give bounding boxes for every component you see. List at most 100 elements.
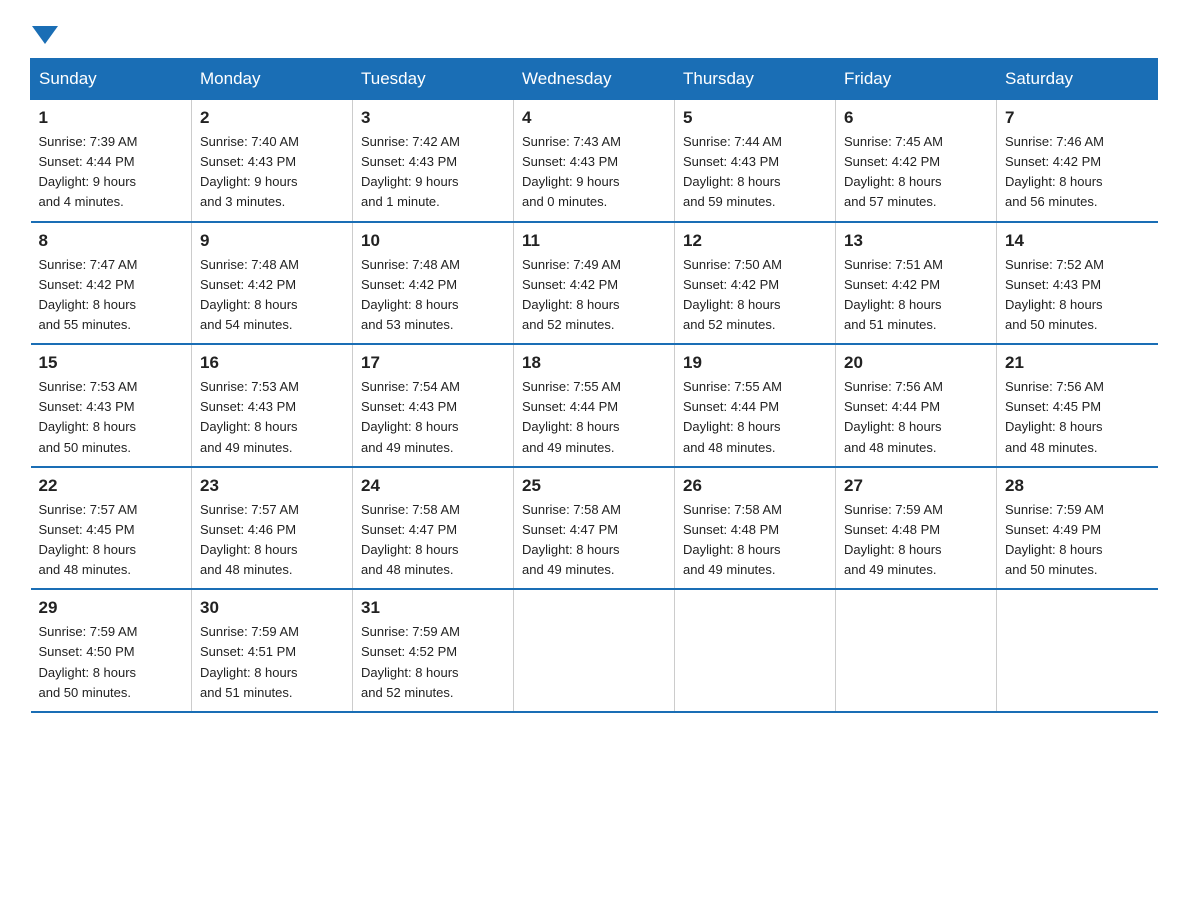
day-info: Sunrise: 7:47 AMSunset: 4:42 PMDaylight:… (39, 255, 184, 336)
day-info: Sunrise: 7:46 AMSunset: 4:42 PMDaylight:… (1005, 132, 1150, 213)
calendar-week-row: 1Sunrise: 7:39 AMSunset: 4:44 PMDaylight… (31, 100, 1158, 222)
day-info: Sunrise: 7:55 AMSunset: 4:44 PMDaylight:… (683, 377, 827, 458)
day-info: Sunrise: 7:44 AMSunset: 4:43 PMDaylight:… (683, 132, 827, 213)
day-number: 3 (361, 108, 505, 128)
calendar-cell: 20 Sunrise: 7:56 AMSunset: 4:44 PMDayligh… (836, 344, 997, 467)
calendar-cell: 1Sunrise: 7:39 AMSunset: 4:44 PMDaylight… (31, 100, 192, 222)
calendar-cell: 24 Sunrise: 7:58 AMSunset: 4:47 PMDayligh… (353, 467, 514, 590)
day-info: Sunrise: 7:45 AMSunset: 4:42 PMDaylight:… (844, 132, 988, 213)
day-number: 21 (1005, 353, 1150, 373)
calendar-cell: 22 Sunrise: 7:57 AMSunset: 4:45 PMDayligh… (31, 467, 192, 590)
calendar-cell (997, 589, 1158, 712)
calendar-cell: 13 Sunrise: 7:51 AMSunset: 4:42 PMDayligh… (836, 222, 997, 345)
day-info: Sunrise: 7:39 AMSunset: 4:44 PMDaylight:… (39, 132, 184, 213)
calendar-cell: 8 Sunrise: 7:47 AMSunset: 4:42 PMDaylight… (31, 222, 192, 345)
calendar-cell (514, 589, 675, 712)
header-day-tuesday: Tuesday (353, 59, 514, 100)
calendar-cell: 23Sunrise: 7:57 AMSunset: 4:46 PMDayligh… (192, 467, 353, 590)
logo-chevron-icon (32, 26, 58, 44)
calendar-cell: 19 Sunrise: 7:55 AMSunset: 4:44 PMDayligh… (675, 344, 836, 467)
day-info: Sunrise: 7:48 AMSunset: 4:42 PMDaylight:… (200, 255, 344, 336)
calendar-cell: 9 Sunrise: 7:48 AMSunset: 4:42 PMDaylight… (192, 222, 353, 345)
day-info: Sunrise: 7:50 AMSunset: 4:42 PMDaylight:… (683, 255, 827, 336)
header-day-saturday: Saturday (997, 59, 1158, 100)
day-info: Sunrise: 7:53 AMSunset: 4:43 PMDaylight:… (39, 377, 184, 458)
day-info: Sunrise: 7:52 AMSunset: 4:43 PMDaylight:… (1005, 255, 1150, 336)
day-info: Sunrise: 7:56 AMSunset: 4:45 PMDaylight:… (1005, 377, 1150, 458)
day-number: 13 (844, 231, 988, 251)
day-info: Sunrise: 7:49 AMSunset: 4:42 PMDaylight:… (522, 255, 666, 336)
day-number: 8 (39, 231, 184, 251)
calendar-cell: 30 Sunrise: 7:59 AMSunset: 4:51 PMDayligh… (192, 589, 353, 712)
day-info: Sunrise: 7:54 AMSunset: 4:43 PMDaylight:… (361, 377, 505, 458)
day-number: 10 (361, 231, 505, 251)
day-info: Sunrise: 7:53 AMSunset: 4:43 PMDaylight:… (200, 377, 344, 458)
calendar-cell: 2Sunrise: 7:40 AMSunset: 4:43 PMDaylight… (192, 100, 353, 222)
day-number: 4 (522, 108, 666, 128)
day-number: 17 (361, 353, 505, 373)
day-number: 23 (200, 476, 344, 496)
day-info: Sunrise: 7:59 AMSunset: 4:49 PMDaylight:… (1005, 500, 1150, 581)
calendar-cell (675, 589, 836, 712)
day-number: 22 (39, 476, 184, 496)
day-number: 19 (683, 353, 827, 373)
day-number: 26 (683, 476, 827, 496)
day-number: 11 (522, 231, 666, 251)
day-info: Sunrise: 7:56 AMSunset: 4:44 PMDaylight:… (844, 377, 988, 458)
calendar-cell: 15Sunrise: 7:53 AMSunset: 4:43 PMDayligh… (31, 344, 192, 467)
calendar-table: SundayMondayTuesdayWednesdayThursdayFrid… (30, 58, 1158, 713)
logo (30, 20, 58, 38)
day-info: Sunrise: 7:59 AMSunset: 4:50 PMDaylight:… (39, 622, 184, 703)
day-number: 14 (1005, 231, 1150, 251)
day-number: 18 (522, 353, 666, 373)
calendar-week-row: 8 Sunrise: 7:47 AMSunset: 4:42 PMDaylight… (31, 222, 1158, 345)
calendar-cell: 11 Sunrise: 7:49 AMSunset: 4:42 PMDayligh… (514, 222, 675, 345)
calendar-cell: 10 Sunrise: 7:48 AMSunset: 4:42 PMDayligh… (353, 222, 514, 345)
day-info: Sunrise: 7:55 AMSunset: 4:44 PMDaylight:… (522, 377, 666, 458)
day-info: Sunrise: 7:58 AMSunset: 4:48 PMDaylight:… (683, 500, 827, 581)
day-number: 29 (39, 598, 184, 618)
day-number: 9 (200, 231, 344, 251)
calendar-cell: 18 Sunrise: 7:55 AMSunset: 4:44 PMDayligh… (514, 344, 675, 467)
day-info: Sunrise: 7:51 AMSunset: 4:42 PMDaylight:… (844, 255, 988, 336)
day-info: Sunrise: 7:58 AMSunset: 4:47 PMDaylight:… (522, 500, 666, 581)
day-number: 16 (200, 353, 344, 373)
day-number: 20 (844, 353, 988, 373)
day-info: Sunrise: 7:43 AMSunset: 4:43 PMDaylight:… (522, 132, 666, 213)
calendar-cell: 25 Sunrise: 7:58 AMSunset: 4:47 PMDayligh… (514, 467, 675, 590)
page-header (30, 20, 1158, 38)
day-number: 25 (522, 476, 666, 496)
calendar-cell: 7Sunrise: 7:46 AMSunset: 4:42 PMDaylight… (997, 100, 1158, 222)
calendar-cell: 31Sunrise: 7:59 AMSunset: 4:52 PMDayligh… (353, 589, 514, 712)
calendar-cell (836, 589, 997, 712)
day-info: Sunrise: 7:59 AMSunset: 4:51 PMDaylight:… (200, 622, 344, 703)
header-day-wednesday: Wednesday (514, 59, 675, 100)
calendar-cell: 4 Sunrise: 7:43 AMSunset: 4:43 PMDaylight… (514, 100, 675, 222)
calendar-week-row: 15Sunrise: 7:53 AMSunset: 4:43 PMDayligh… (31, 344, 1158, 467)
header-day-friday: Friday (836, 59, 997, 100)
day-number: 6 (844, 108, 988, 128)
calendar-cell: 21 Sunrise: 7:56 AMSunset: 4:45 PMDayligh… (997, 344, 1158, 467)
day-number: 24 (361, 476, 505, 496)
calendar-week-row: 22 Sunrise: 7:57 AMSunset: 4:45 PMDayligh… (31, 467, 1158, 590)
calendar-header-row: SundayMondayTuesdayWednesdayThursdayFrid… (31, 59, 1158, 100)
calendar-cell: 29 Sunrise: 7:59 AMSunset: 4:50 PMDayligh… (31, 589, 192, 712)
calendar-cell: 12Sunrise: 7:50 AMSunset: 4:42 PMDayligh… (675, 222, 836, 345)
header-day-sunday: Sunday (31, 59, 192, 100)
day-info: Sunrise: 7:57 AMSunset: 4:45 PMDaylight:… (39, 500, 184, 581)
day-number: 31 (361, 598, 505, 618)
day-info: Sunrise: 7:59 AMSunset: 4:48 PMDaylight:… (844, 500, 988, 581)
day-info: Sunrise: 7:48 AMSunset: 4:42 PMDaylight:… (361, 255, 505, 336)
calendar-cell: 27 Sunrise: 7:59 AMSunset: 4:48 PMDayligh… (836, 467, 997, 590)
day-number: 2 (200, 108, 344, 128)
calendar-cell: 16 Sunrise: 7:53 AMSunset: 4:43 PMDayligh… (192, 344, 353, 467)
day-info: Sunrise: 7:58 AMSunset: 4:47 PMDaylight:… (361, 500, 505, 581)
day-number: 30 (200, 598, 344, 618)
calendar-cell: 5Sunrise: 7:44 AMSunset: 4:43 PMDaylight… (675, 100, 836, 222)
calendar-cell: 14 Sunrise: 7:52 AMSunset: 4:43 PMDayligh… (997, 222, 1158, 345)
header-day-monday: Monday (192, 59, 353, 100)
calendar-cell: 3Sunrise: 7:42 AMSunset: 4:43 PMDaylight… (353, 100, 514, 222)
calendar-cell: 28 Sunrise: 7:59 AMSunset: 4:49 PMDayligh… (997, 467, 1158, 590)
day-number: 27 (844, 476, 988, 496)
day-number: 28 (1005, 476, 1150, 496)
